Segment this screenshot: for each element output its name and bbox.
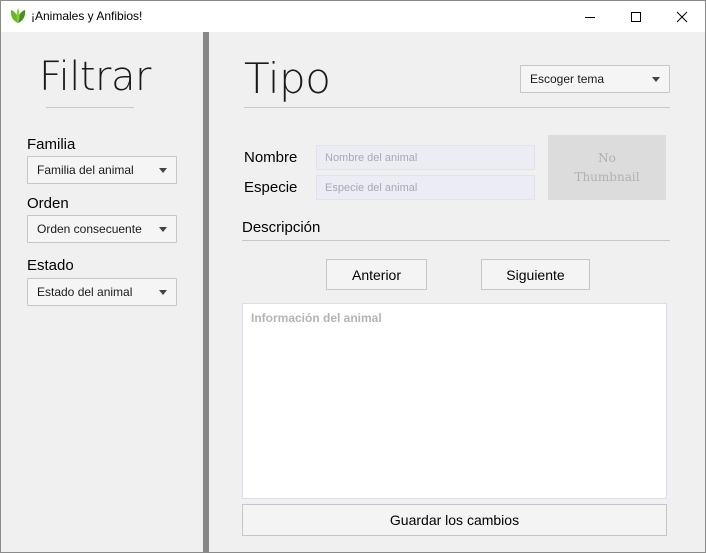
name-input[interactable]	[317, 146, 534, 169]
name-field[interactable]	[316, 145, 535, 170]
detail-panel: Tipo Escoger tema Nombre Especie No Thum…	[209, 32, 705, 552]
status-select[interactable]: Estado del animal	[27, 278, 177, 306]
maximize-icon	[631, 11, 641, 22]
minimize-button[interactable]	[567, 1, 613, 32]
species-label: Especie	[244, 179, 298, 196]
title-divider	[244, 107, 670, 108]
name-label: Nombre	[244, 149, 298, 166]
order-select-value: Orden consecuente	[37, 222, 142, 236]
next-button[interactable]: Siguiente	[481, 259, 590, 290]
close-button[interactable]	[659, 1, 705, 32]
app-window: ¡Animales y Anfibios! Filtrar Familia Fa…	[0, 0, 706, 553]
save-changes-button[interactable]: Guardar los cambios	[242, 504, 667, 536]
sidebar-title: Filtrar	[39, 54, 151, 100]
leaf-icon	[10, 8, 26, 23]
info-textarea-container[interactable]	[242, 303, 667, 499]
species-field[interactable]	[316, 175, 535, 200]
status-select-value: Estado del animal	[37, 285, 133, 299]
window-title: ¡Animales y Anfibios!	[31, 9, 143, 23]
theme-select-value: Escoger tema	[530, 72, 605, 86]
chevron-down-icon	[159, 168, 167, 173]
thumbnail-image: No Thumbnail	[548, 135, 666, 200]
title-bar[interactable]: ¡Animales y Anfibios!	[1, 1, 705, 32]
close-icon	[676, 11, 688, 22]
description-divider	[242, 240, 670, 241]
chevron-down-icon	[159, 227, 167, 232]
family-label: Familia	[27, 136, 76, 153]
page-title: Tipo	[244, 54, 331, 103]
maximize-button[interactable]	[613, 1, 659, 32]
order-select[interactable]: Orden consecuente	[27, 215, 177, 243]
filter-sidebar: Filtrar Familia Familia del animal Orden…	[1, 32, 203, 552]
minimize-icon	[585, 16, 595, 18]
sidebar-title-divider	[46, 107, 134, 108]
order-label: Orden	[27, 195, 69, 212]
chevron-down-icon	[652, 77, 660, 82]
theme-select[interactable]: Escoger tema	[520, 65, 670, 93]
status-label: Estado	[27, 257, 74, 274]
family-select-value: Familia del animal	[37, 163, 134, 177]
species-input[interactable]	[317, 176, 534, 199]
info-textarea[interactable]	[243, 304, 666, 498]
chevron-down-icon	[159, 290, 167, 295]
family-select[interactable]: Familia del animal	[27, 156, 177, 184]
thumbnail-placeholder-text: No Thumbnail	[574, 150, 640, 184]
previous-button[interactable]: Anterior	[326, 259, 427, 290]
description-label: Descripción	[242, 219, 321, 236]
